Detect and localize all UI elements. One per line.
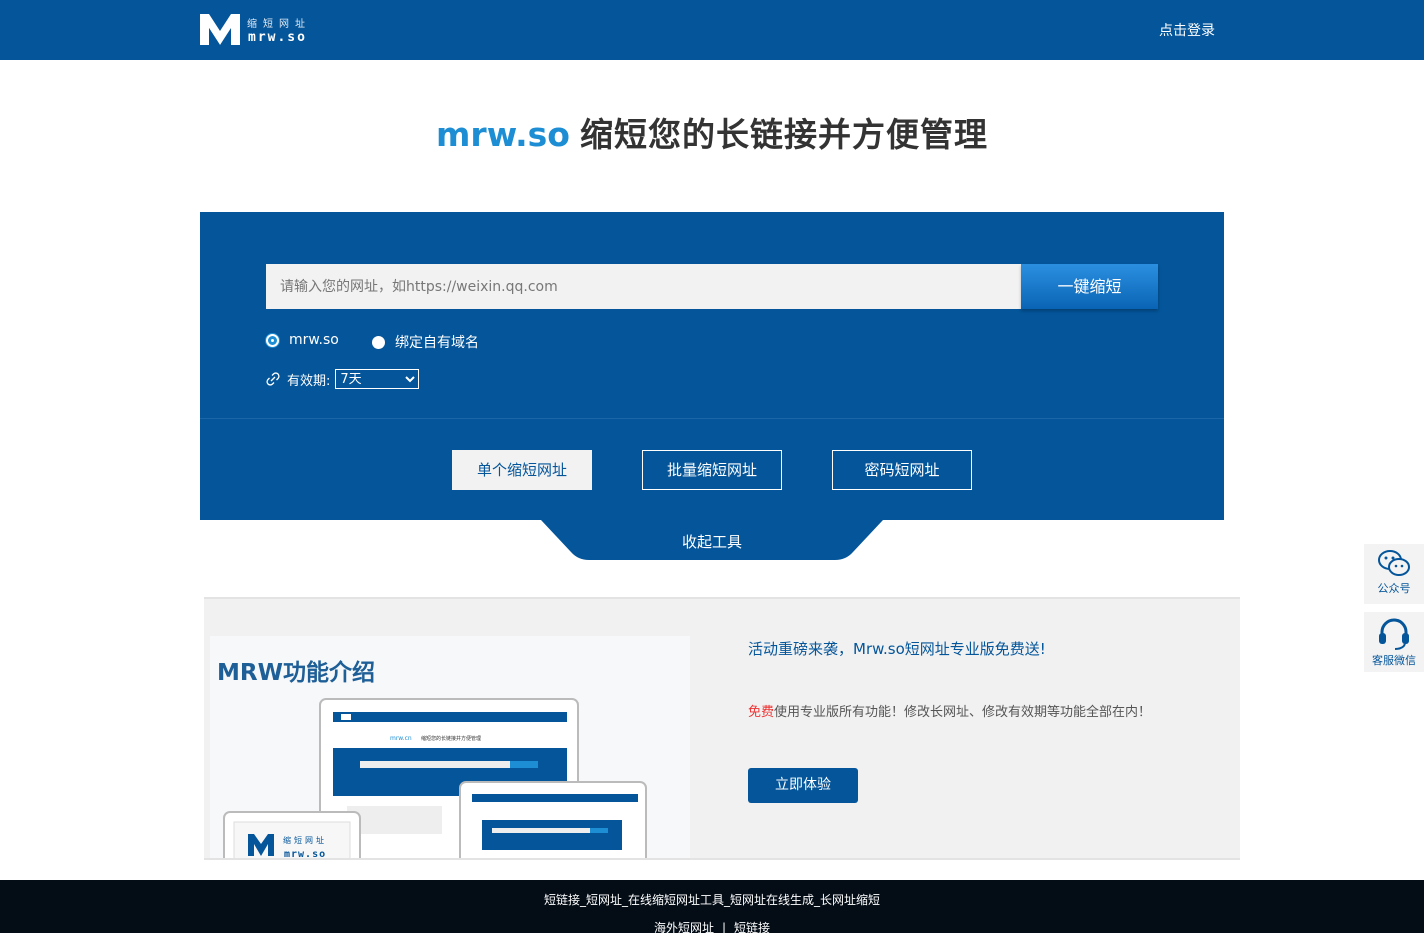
- site-logo[interactable]: 缩短网址 mrw.so: [200, 14, 320, 48]
- collapse-label: 收起工具: [681, 533, 742, 551]
- collapse-tool-button[interactable]: 收起工具: [541, 520, 883, 560]
- mock-logo-en: mrw.so: [284, 849, 326, 858]
- mock-tagline: 缩短您的长链接并方便管理: [421, 735, 481, 742]
- panel-divider: [200, 418, 1224, 419]
- try-now-button[interactable]: 立即体验: [748, 768, 858, 803]
- footer-keywords: 短链接_短网址_在线缩短网址工具_短网址在线生成_长网址缩短: [543, 893, 880, 907]
- link-icon: [266, 372, 280, 386]
- logo-en-text: mrw.so: [248, 30, 307, 45]
- mock-logo-cn: 缩短网址: [283, 835, 327, 845]
- validity-select[interactable]: 7天: [335, 369, 420, 389]
- wechat-icon: [1378, 550, 1410, 576]
- mock-brand: mrw.cn: [390, 735, 412, 742]
- shortener-panel: 一键缩短 mrw.so 绑定自有域名 有效期: 7天 单个缩短网址 批量缩短网址…: [200, 212, 1224, 520]
- logo-cn-text: 缩短网址: [247, 19, 311, 30]
- shorten-button[interactable]: 一键缩短: [1021, 264, 1158, 309]
- logo-mark-icon: [200, 14, 240, 45]
- sidebar-item-label: 客服微信: [1372, 654, 1416, 667]
- radio-mrw-so[interactable]: mrw.so: [266, 332, 339, 348]
- radio-unchecked-icon: [372, 335, 385, 349]
- footer: 短链接_短网址_在线缩短网址工具_短网址在线生成_长网址缩短 海外短网址 | 短链接: [0, 880, 1424, 936]
- page-title: mrw.so 缩短您的长链接并方便管理: [0, 108, 1424, 156]
- validity-label: 有效期:: [287, 373, 331, 389]
- promo-headline: 活动重磅来袭，Mrw.so短网址专业版免费送!: [748, 640, 1046, 658]
- footer-links: 海外短网址 | 短链接: [0, 919, 1424, 936]
- promo-description-text: 使用专业版所有功能！修改长网址、修改有效期等功能全部在内！: [774, 705, 1152, 720]
- sidebar-item-wechat-official[interactable]: 公众号: [1364, 544, 1424, 604]
- radio-label: 绑定自有域名: [395, 335, 479, 351]
- url-input[interactable]: [266, 264, 1021, 309]
- hero-tagline: 缩短您的长链接并方便管理: [579, 115, 988, 154]
- sidebar-item-support-wechat[interactable]: 客服微信: [1364, 612, 1424, 672]
- radio-checked-icon: [266, 333, 279, 347]
- device-mockup-illustration: mrw.cn 缩短您的长链接并方便管理 缩短网址 mrw.so: [223, 698, 647, 858]
- promo-description: 免费使用专业版所有功能！修改长网址、修改有效期等功能全部在内！: [748, 701, 1151, 720]
- login-link[interactable]: 点击登录: [1159, 20, 1215, 40]
- top-navbar: 缩短网址 mrw.so 点击登录: [0, 0, 1424, 60]
- tab-password-shorten[interactable]: 密码短网址: [832, 450, 972, 490]
- sidebar-item-label: 公众号: [1377, 582, 1411, 595]
- hero-brand: mrw.so: [436, 115, 570, 154]
- feature-section: MRW功能介绍 mrw.cn 缩短您的长链接并方便管理 缩短网址 mrw.so: [204, 597, 1240, 860]
- validity-row: 有效期: 7天: [266, 369, 420, 389]
- headset-icon: [1379, 618, 1409, 650]
- promo-free-highlight: 免费: [748, 705, 775, 720]
- radio-label: mrw.so: [289, 332, 339, 348]
- tab-single-shorten[interactable]: 单个缩短网址: [452, 450, 592, 490]
- radio-own-domain[interactable]: 绑定自有域名: [372, 332, 479, 352]
- feature-intro-image: MRW功能介绍 mrw.cn 缩短您的长链接并方便管理 缩短网址 mrw.so: [210, 636, 690, 858]
- tab-batch-shorten[interactable]: 批量缩短网址: [642, 450, 782, 490]
